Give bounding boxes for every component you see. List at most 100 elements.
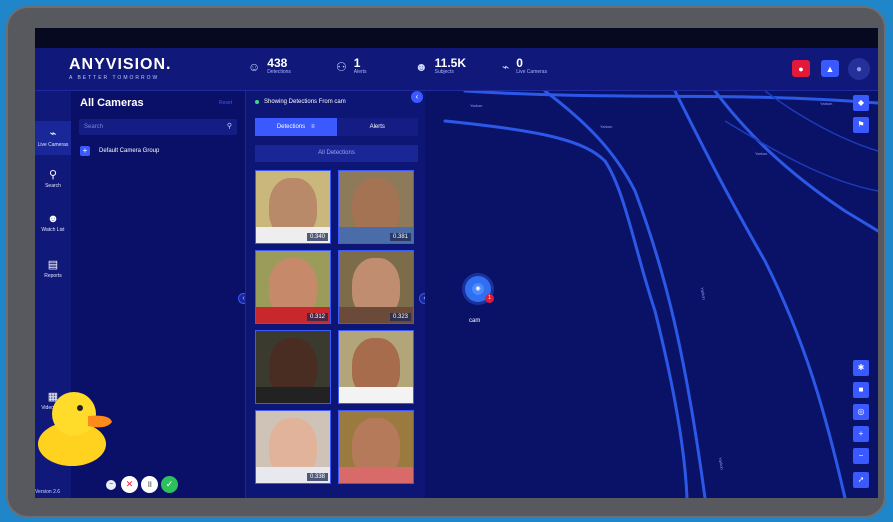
sidebar-item-label: Live Cameras (37, 142, 69, 148)
live-dot-icon (255, 100, 259, 104)
sidebar-item-label: Watch List (41, 227, 65, 233)
camera-marker-label: cam (469, 318, 481, 324)
detections-icon: ☺ (248, 60, 261, 74)
showing-status: Showing Detections From cam (255, 99, 346, 105)
detection-thumbnail[interactable] (338, 410, 414, 484)
sidebar-item-live-cameras[interactable]: ⌁ Live Cameras (35, 121, 71, 155)
zoom-out-button[interactable]: − (853, 448, 869, 464)
stat-alerts[interactable]: ⚇ 1 Alerts (336, 57, 367, 75)
logo-tagline: A BETTER TOMORROW (69, 75, 160, 81)
logo-text: ANYVISION. (69, 56, 172, 73)
alert-button[interactable]: ● (792, 60, 810, 77)
user-icon: ● (855, 63, 863, 75)
locate-button[interactable]: ◎ (853, 404, 869, 420)
duck-sticker-icon (38, 392, 112, 466)
stat-value: 0 (516, 56, 523, 70)
stat-label: Detections (267, 69, 291, 75)
lock-icon: ■ (858, 385, 864, 394)
pause-button[interactable]: ॥ (141, 476, 158, 493)
road-label: Yarkon (820, 101, 833, 106)
zoom-in-button[interactable]: + (853, 426, 869, 442)
stat-value: 438 (267, 56, 288, 70)
road-label: Yarkon (600, 124, 613, 129)
road-label: Yarkon (755, 151, 768, 156)
stat-label: Live Cameras (516, 69, 548, 75)
tab-label: Detections (276, 124, 306, 130)
cameras-title: All Cameras (80, 97, 144, 109)
stat-value: 11.5K (434, 56, 466, 70)
tab-label: Alerts (369, 124, 385, 130)
detection-thumbnail[interactable]: 0.323 (338, 250, 414, 324)
showing-text: Showing Detections From cam (264, 99, 346, 105)
top-bar: ANYVISION. A BETTER TOMORROW ☺ 438 Detect… (35, 48, 878, 91)
alerts-icon: ⚇ (336, 60, 347, 74)
detection-thumbnail[interactable] (338, 330, 414, 404)
detection-thumbnail[interactable]: 0.340 (255, 170, 331, 244)
bell-icon: ▲ (825, 63, 835, 74)
stat-detections[interactable]: ☺ 438 Detections (248, 57, 291, 75)
camera-alert-badge: 1 (485, 294, 494, 303)
expand-icon[interactable]: + (80, 146, 90, 156)
detection-thumbnail[interactable]: 0.338 (255, 410, 331, 484)
lock-button[interactable]: ■ (853, 382, 869, 398)
sidebar-item-reports[interactable]: ▤ Reports (35, 258, 71, 288)
reset-link[interactable]: Reset (219, 100, 232, 106)
compass-icon: ➚ (857, 475, 865, 484)
chevron-icon: ‹ (415, 92, 419, 101)
stat-live-cameras[interactable]: ⌁ 0 Live Cameras (502, 57, 547, 75)
search-icon: ⚲ (226, 123, 232, 130)
location-pin-button[interactable]: ⚑ (853, 117, 869, 133)
notifications-button[interactable]: ▲ (821, 60, 839, 77)
detections-panel: Showing Detections From cam ‹ Detections… (245, 91, 425, 498)
camera-search-input[interactable]: Search ⚲ (79, 119, 237, 135)
user-avatar[interactable]: ● (848, 58, 870, 80)
score-badge: 0.340 (306, 233, 328, 241)
map-view[interactable]: Yarkon Yarkon Yarkon Yarkon Yarkon Yarko… (425, 91, 878, 498)
sidebar-item-search[interactable]: ⚲ Search (35, 168, 71, 198)
close-icon: ✕ (125, 479, 134, 489)
sidebar-item-watch-list[interactable]: ☻ Watch List (35, 213, 71, 243)
layers-icon: ◆ (857, 98, 865, 107)
sidebar-item-label: Reports (44, 273, 62, 279)
road (443, 119, 689, 498)
pause-icon: ॥ (146, 479, 153, 489)
detection-thumbnail[interactable]: 0.312 (255, 250, 331, 324)
score-badge: 0.338 (306, 473, 328, 481)
compass-button[interactable]: ➚ (853, 472, 869, 488)
stat-label: Alerts (353, 69, 367, 75)
minimize-icon[interactable]: − (106, 480, 116, 490)
minus-icon: − (858, 451, 864, 460)
settings-button[interactable]: ✱ (853, 360, 869, 376)
layers-button[interactable]: ◆ (853, 95, 869, 111)
road-label: Yarkon (470, 103, 483, 108)
camera-icon: ◉ (472, 283, 484, 295)
subjects-icon: ☻ (415, 60, 428, 74)
pin-icon: ⚑ (857, 120, 865, 129)
camera-marker[interactable]: ◉ 1 (465, 276, 494, 303)
sidebar-item-label: Search (45, 183, 61, 189)
tab-alerts[interactable]: Alerts (337, 118, 419, 136)
detection-thumbnail[interactable] (255, 330, 331, 404)
detections-grid: 0.340 0.381 0.312 0.323 0.338 (255, 170, 418, 484)
detection-thumbnail[interactable]: 0.381 (338, 170, 414, 244)
detections-tabs: Detections ≡ Alerts (255, 118, 418, 136)
stat-value: 1 (353, 56, 361, 70)
search-icon: ⚲ (48, 169, 58, 181)
list-icon: ≡ (311, 124, 315, 130)
road (463, 91, 878, 105)
street-map (443, 91, 878, 498)
live-cameras-icon: ⌁ (502, 60, 510, 74)
watch-list-icon: ☻ (47, 213, 59, 225)
detections-filter[interactable]: All Detections (255, 145, 418, 162)
confirm-button[interactable]: ✓ (161, 476, 178, 493)
app-logo: ANYVISION. A BETTER TOMORROW (69, 56, 171, 81)
search-placeholder: Search (84, 124, 104, 130)
camera-group-label: Default Camera Group (99, 148, 160, 154)
camera-group-item[interactable]: + Default Camera Group (80, 146, 159, 156)
tab-detections[interactable]: Detections ≡ (255, 118, 337, 136)
score-badge: 0.381 (389, 233, 411, 241)
check-icon: ✓ (165, 479, 174, 489)
stat-subjects[interactable]: ☻ 11.5K Subjects (415, 57, 466, 75)
reject-button[interactable]: ✕ (121, 476, 138, 493)
panel-toggle-button[interactable]: ‹ (411, 91, 423, 103)
